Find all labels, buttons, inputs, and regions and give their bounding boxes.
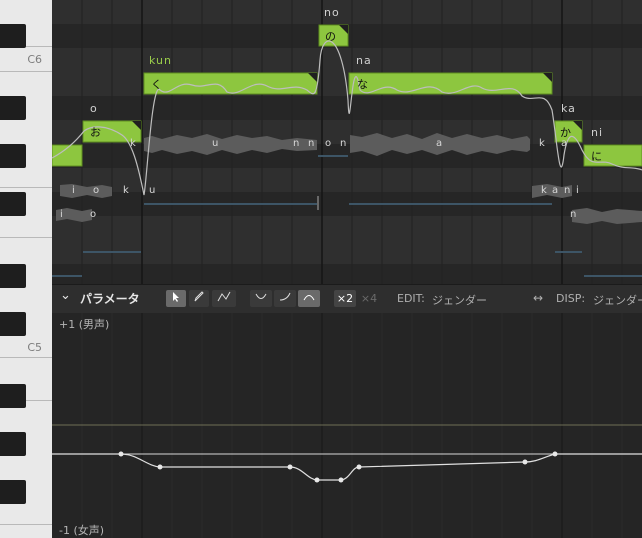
white-key-divider [0, 71, 52, 72]
white-key-divider [0, 237, 52, 238]
hump-curve-button[interactable] [298, 290, 320, 307]
octave-label-c5: C5 [27, 341, 42, 354]
edit-label: EDIT: [397, 292, 425, 305]
up-curve-button[interactable] [274, 290, 296, 307]
note-phoneme-label: o [90, 102, 97, 115]
disp-label: DISP: [556, 292, 586, 305]
disp-parameter-select[interactable]: ジェンダー [593, 292, 642, 308]
note-phoneme-label: no [324, 6, 340, 19]
pencil-tool-button[interactable] [189, 290, 209, 307]
note-lyric: く [151, 78, 162, 91]
phoneme-track-a: k u n n o n a k a [130, 138, 568, 149]
up-curve-icon [279, 292, 291, 301]
white-key-divider [0, 357, 52, 358]
note-phoneme-label: ka [561, 102, 576, 115]
collapse-chevron-icon[interactable]: ⌄ [60, 288, 71, 303]
edit-parameter-select[interactable]: ジェンダー [432, 292, 487, 308]
black-key[interactable] [0, 312, 26, 336]
black-key[interactable] [0, 432, 26, 456]
black-key[interactable] [0, 264, 26, 288]
arrow-cursor-icon [173, 292, 179, 302]
v-curve-button[interactable] [250, 290, 272, 307]
zoom-x4-button[interactable]: ×4 [358, 290, 380, 307]
note-phoneme-label: na [356, 54, 372, 67]
note-phoneme-label: kun [149, 54, 172, 67]
black-key[interactable] [0, 96, 26, 120]
line-tool-icon [217, 291, 231, 302]
black-key[interactable] [0, 480, 26, 504]
piano-keyboard[interactable]: C6 C5 [0, 0, 53, 538]
parameter-editor[interactable]: +1 (男声) -1 (女声) [52, 313, 642, 538]
black-key[interactable] [0, 192, 26, 216]
gender-curve[interactable] [52, 453, 642, 481]
v-curve-icon [255, 293, 267, 299]
white-key-divider [0, 187, 52, 188]
octave-label-c6: C6 [27, 53, 42, 66]
parameter-header: ⌄ パラメータ ×2 ×4 EDIT: ジェンダー ↔ DISP: ジェンダー [52, 284, 642, 314]
note-lyric: の [325, 30, 336, 43]
parameter-title: パラメータ [80, 292, 140, 306]
parameter-canvas[interactable] [52, 313, 642, 538]
select-tool-button[interactable] [166, 290, 186, 307]
white-key-divider [0, 524, 52, 525]
param-top-label: +1 (男声) [59, 318, 110, 331]
note-block[interactable] [348, 72, 553, 95]
pencil-icon [194, 291, 204, 302]
line-tool-button[interactable] [212, 290, 236, 307]
hump-curve-icon [303, 295, 315, 301]
zoom-x2-button[interactable]: ×2 [334, 290, 356, 307]
black-key[interactable] [0, 24, 26, 48]
phoneme-track-b: i o k u k a n i [72, 185, 579, 196]
swap-arrows-icon[interactable]: ↔ [533, 291, 543, 305]
piano-roll[interactable]: お く の な か に o kun no na ka ni k u n n o … [52, 0, 642, 284]
phoneme-track-c: i o n [60, 209, 577, 220]
note-lyric: な [357, 78, 368, 91]
param-bottom-label: -1 (女声) [59, 524, 105, 537]
black-key[interactable] [0, 144, 26, 168]
black-key[interactable] [0, 384, 26, 408]
